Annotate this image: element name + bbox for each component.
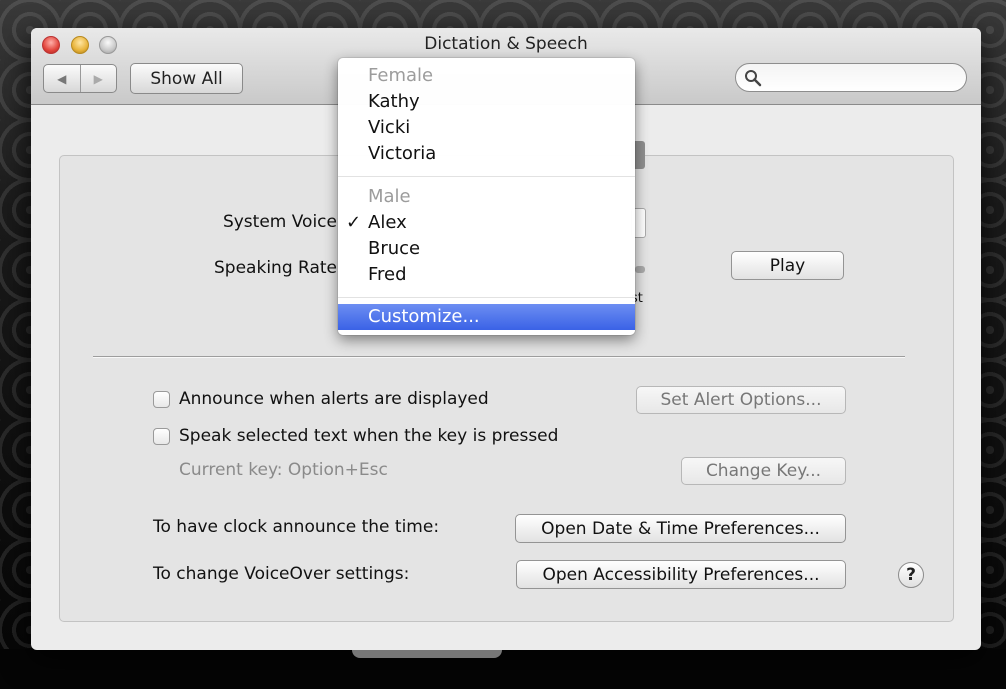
menu-item-vicki[interactable]: Vicki xyxy=(368,117,410,138)
open-date-time-preferences-button[interactable]: Open Date & Time Preferences... xyxy=(515,514,846,543)
voiceover-settings-label: To change VoiceOver settings: xyxy=(153,564,410,584)
clock-announce-label: To have clock announce the time: xyxy=(153,517,440,537)
menu-item-kathy[interactable]: Kathy xyxy=(368,91,420,112)
menu-item-alex[interactable]: Alex xyxy=(368,212,407,233)
window-title: Dictation & Speech xyxy=(424,34,588,54)
back-forward-control: ◀ ▶ xyxy=(43,64,117,93)
play-button[interactable]: Play xyxy=(731,251,844,280)
section-divider xyxy=(93,356,905,358)
customize-label: Customize... xyxy=(368,306,480,327)
change-key-button[interactable]: Change Key... xyxy=(681,457,846,485)
menu-header-female: Female xyxy=(368,65,434,86)
forward-arrow-icon: ▶ xyxy=(93,71,103,86)
forward-button[interactable]: ▶ xyxy=(79,65,117,92)
search-field[interactable] xyxy=(735,63,967,92)
system-voice-menu: Female Kathy Vicki Victoria Male ✓ Alex … xyxy=(338,58,635,335)
menu-item-victoria[interactable]: Victoria xyxy=(368,143,436,164)
help-icon: ? xyxy=(906,565,916,585)
speak-selected-label: Speak selected text when the key is pres… xyxy=(179,426,559,446)
open-accessibility-preferences-button[interactable]: Open Accessibility Preferences... xyxy=(516,560,846,589)
menu-item-fred[interactable]: Fred xyxy=(368,264,407,285)
menu-item-customize[interactable]: Customize... xyxy=(338,304,635,330)
system-voice-label: System Voice xyxy=(222,212,337,232)
menu-separator xyxy=(338,176,635,177)
speak-selected-checkbox[interactable] xyxy=(153,428,170,445)
back-button[interactable]: ◀ xyxy=(44,65,80,92)
announce-alerts-checkbox[interactable] xyxy=(153,391,170,408)
speaking-rate-label: Speaking Rate xyxy=(214,258,337,278)
checkmark-icon: ✓ xyxy=(346,212,362,233)
help-button[interactable]: ? xyxy=(898,562,924,588)
speaking-rate-slider[interactable] xyxy=(635,266,645,273)
current-key-label: Current key: Option+Esc xyxy=(179,460,388,480)
background-window-edge xyxy=(352,650,502,658)
search-input[interactable] xyxy=(768,67,962,89)
announce-alerts-label: Announce when alerts are displayed xyxy=(179,389,489,409)
search-icon xyxy=(745,70,762,87)
menu-item-bruce[interactable]: Bruce xyxy=(368,238,420,259)
set-alert-options-button[interactable]: Set Alert Options... xyxy=(636,386,846,414)
desktop-wallpaper-bottom xyxy=(0,649,1006,689)
menu-separator xyxy=(338,297,635,298)
menu-header-male: Male xyxy=(368,186,411,207)
show-all-button[interactable]: Show All xyxy=(130,63,243,94)
back-arrow-icon: ◀ xyxy=(57,71,67,86)
